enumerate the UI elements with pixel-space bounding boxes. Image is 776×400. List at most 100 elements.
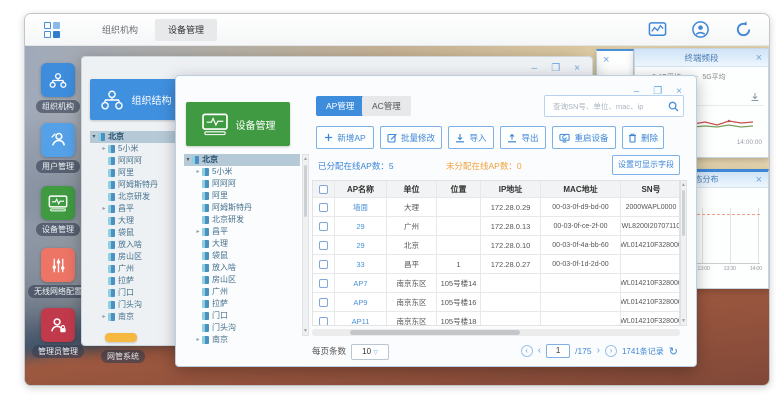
- row-checkbox[interactable]: [319, 298, 328, 307]
- tree-expander-icon[interactable]: ▾: [90, 131, 98, 143]
- tree-node-13[interactable]: 门头沟: [184, 322, 300, 334]
- search-input[interactable]: [551, 101, 668, 112]
- tree-node-8[interactable]: 放入啥: [184, 262, 300, 274]
- account-icon[interactable]: [691, 20, 710, 39]
- refresh-icon[interactable]: ↻: [669, 345, 678, 358]
- first-page-button[interactable]: ‹: [521, 345, 533, 357]
- sidebar-item-users[interactable]: [41, 123, 75, 157]
- scroll-down-icon[interactable]: ▼: [303, 327, 308, 335]
- tree-expander-icon[interactable]: ▸: [100, 143, 108, 155]
- scroll-down-icon[interactable]: ▼: [681, 317, 686, 325]
- scrollbar-thumb[interactable]: [350, 330, 520, 335]
- export-button[interactable]: 导出: [500, 126, 546, 149]
- tree-node-2[interactable]: 阿里: [184, 190, 300, 202]
- tree-node-4[interactable]: 北京研发: [184, 214, 300, 226]
- sidebar-item-devices[interactable]: [41, 186, 75, 220]
- row-checkbox[interactable]: [319, 241, 328, 250]
- tree-node-2[interactable]: 阿里: [90, 167, 186, 179]
- org-dialog-accent-button[interactable]: [105, 333, 137, 342]
- row-checkbox[interactable]: [319, 260, 328, 269]
- sidebar-item-org[interactable]: [41, 63, 75, 97]
- tree-node-13[interactable]: 门头沟: [90, 299, 186, 311]
- sidebar-item-admin[interactable]: [41, 308, 75, 342]
- tree-node-root[interactable]: ▾北京: [90, 131, 186, 143]
- tab-ac-manage[interactable]: AC管理: [362, 96, 411, 116]
- chart-icon[interactable]: [648, 20, 667, 39]
- restart-device-button[interactable]: 重启设备: [552, 126, 616, 149]
- tree-node-6[interactable]: 大理: [90, 215, 186, 227]
- tree-node-11[interactable]: 拉萨: [90, 275, 186, 287]
- tree-node-3[interactable]: 阿姆斯特丹: [90, 179, 186, 191]
- tree-expander-icon[interactable]: ▸: [194, 166, 202, 178]
- tree-expander-icon[interactable]: ▸: [194, 226, 202, 238]
- download-icon[interactable]: [750, 89, 760, 99]
- scroll-up-icon[interactable]: ▲: [303, 155, 308, 163]
- row-checkbox[interactable]: [319, 279, 328, 288]
- close-icon[interactable]: ×: [574, 63, 580, 75]
- row-checkbox[interactable]: [319, 222, 328, 231]
- close-icon[interactable]: ×: [603, 51, 609, 69]
- plus-button[interactable]: 新增AP: [316, 126, 374, 149]
- tree-node-8[interactable]: 放入啥: [90, 239, 186, 251]
- tree-node-12[interactable]: 门口: [184, 310, 300, 322]
- import-button[interactable]: 导入: [448, 126, 494, 149]
- row-checkbox[interactable]: [319, 203, 328, 212]
- cell-name[interactable]: 墙面: [335, 198, 387, 216]
- tree-expander-icon[interactable]: ▾: [184, 154, 192, 166]
- cell-name[interactable]: AP7: [335, 274, 387, 292]
- minimize-icon[interactable]: –: [532, 63, 538, 75]
- tree-node-9[interactable]: 房山区: [90, 251, 186, 263]
- close-icon[interactable]: ×: [756, 172, 762, 188]
- scrollbar-thumb[interactable]: [682, 190, 685, 236]
- next-page-button[interactable]: ›: [597, 345, 600, 357]
- select-all-checkbox[interactable]: [319, 185, 328, 194]
- batch-edit-button[interactable]: 批量修改: [380, 126, 442, 149]
- refresh-icon[interactable]: [734, 20, 753, 39]
- tree-node-0[interactable]: ▸5小米: [90, 143, 186, 155]
- tree-node-10[interactable]: 广州: [184, 286, 300, 298]
- tree-node-3[interactable]: 阿姆斯特丹: [184, 202, 300, 214]
- search-icon[interactable]: [668, 101, 679, 112]
- tree-expander-icon[interactable]: ▸: [100, 311, 108, 323]
- tree-node-10[interactable]: 广州: [90, 263, 186, 275]
- tree-node-4[interactable]: 北京研发: [90, 191, 186, 203]
- cell-name[interactable]: AP9: [335, 293, 387, 311]
- app-tab-1[interactable]: 设备管理: [155, 19, 217, 41]
- table-hscrollbar[interactable]: [312, 329, 680, 336]
- cell-name[interactable]: AP11: [335, 312, 387, 326]
- tree-node-14[interactable]: ▸南京: [90, 311, 186, 323]
- cell-name[interactable]: 29: [335, 236, 387, 254]
- per-page-select[interactable]: 10 ▽: [351, 344, 389, 360]
- tree-node-11[interactable]: 拉萨: [184, 298, 300, 310]
- tree-node-5[interactable]: ▸昌平: [184, 226, 300, 238]
- scroll-up-icon[interactable]: ▲: [681, 181, 686, 189]
- tree-node-1[interactable]: 阿阿阿: [90, 155, 186, 167]
- tab-ap-manage[interactable]: AP管理: [316, 96, 364, 116]
- tree-node-1[interactable]: 阿阿阿: [184, 178, 300, 190]
- cell-name[interactable]: 29: [335, 217, 387, 235]
- cell-name[interactable]: 33: [335, 255, 387, 273]
- tree-expander-icon[interactable]: ▸: [100, 203, 108, 215]
- row-checkbox[interactable]: [319, 317, 328, 326]
- tree-node-14[interactable]: ▸南京: [184, 334, 300, 346]
- page-input[interactable]: 1: [546, 344, 570, 358]
- tree-node-9[interactable]: 房山区: [184, 274, 300, 286]
- prev-page-button[interactable]: ‹: [538, 345, 541, 357]
- configure-columns-button[interactable]: 设置可显示字段: [612, 155, 680, 175]
- tree-node-root[interactable]: ▾北京: [184, 154, 300, 166]
- org-structure-tile[interactable]: 组织结构: [90, 79, 180, 120]
- tree-scrollbar[interactable]: ▲ ▼: [302, 154, 309, 336]
- tree-expander-icon[interactable]: ▸: [194, 334, 202, 346]
- last-page-button[interactable]: ›: [605, 345, 617, 357]
- delete-button[interactable]: 删除: [622, 126, 664, 149]
- device-manage-tile[interactable]: 设备管理: [186, 102, 290, 146]
- tree-node-7[interactable]: 袋鼠: [90, 227, 186, 239]
- sidebar-item-wireless[interactable]: [41, 248, 75, 282]
- tree-node-7[interactable]: 袋鼠: [184, 250, 300, 262]
- tree-node-5[interactable]: ▸昌平: [90, 203, 186, 215]
- tree-node-6[interactable]: 大理: [184, 238, 300, 250]
- app-tab-0[interactable]: 组织机构: [89, 19, 151, 41]
- tree-node-12[interactable]: 门口: [90, 287, 186, 299]
- scrollbar-thumb[interactable]: [304, 165, 307, 217]
- maximize-icon[interactable]: ❐: [551, 63, 560, 75]
